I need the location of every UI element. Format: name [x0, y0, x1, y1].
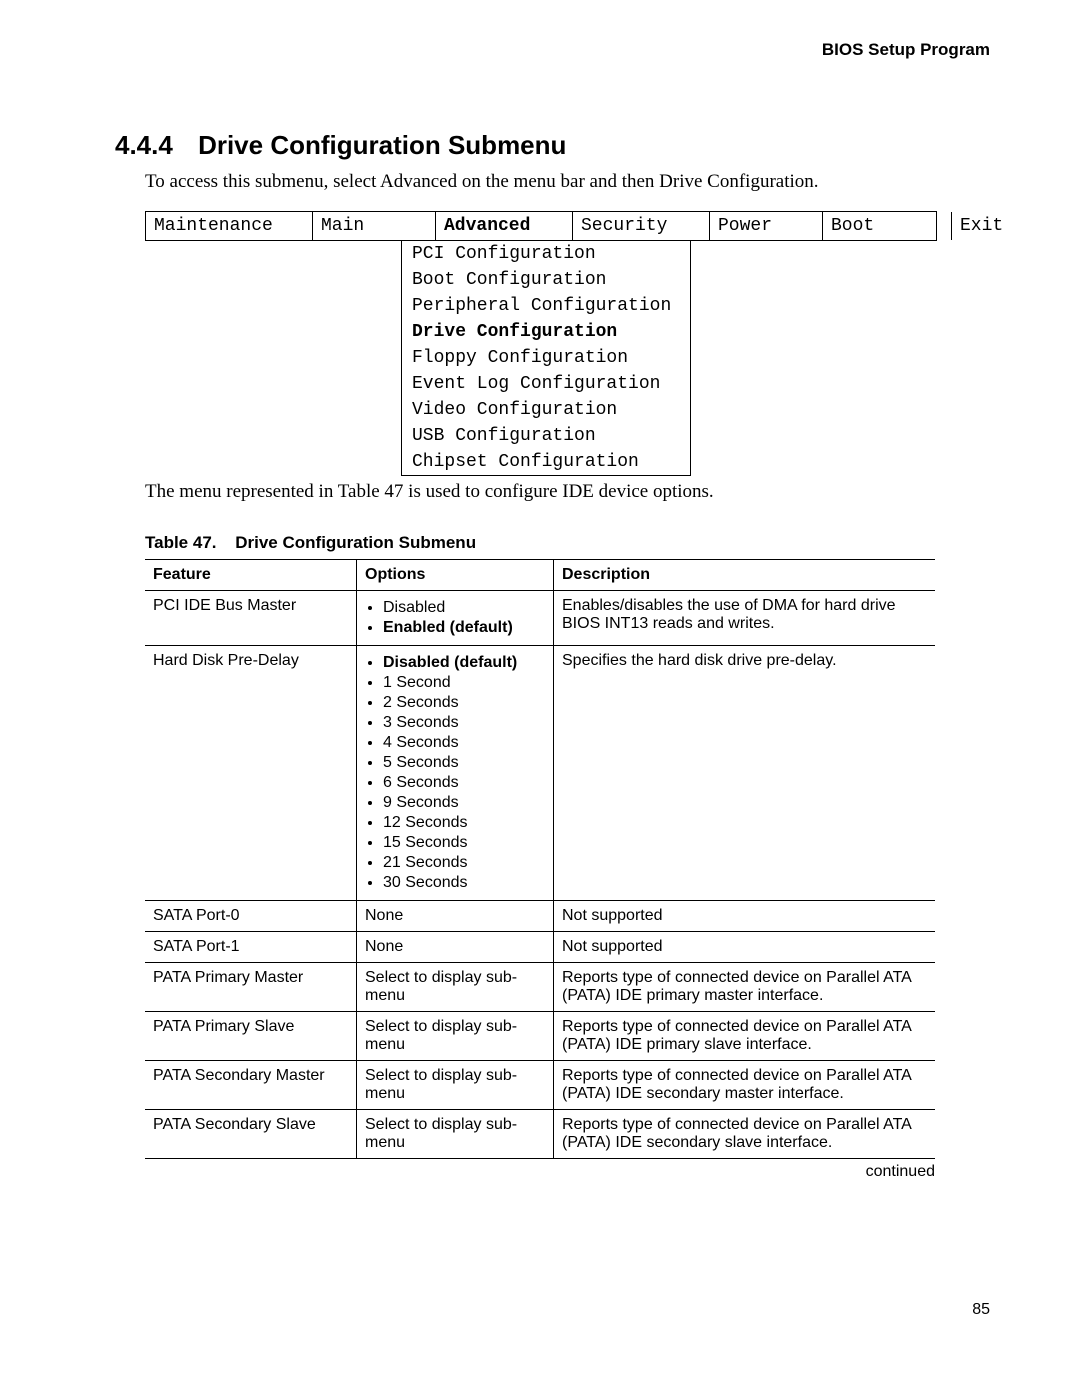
submenu-item: Event Log Configuration: [401, 371, 691, 397]
option-item: 9 Seconds: [383, 794, 545, 812]
section-title: Drive Configuration Submenu: [198, 130, 566, 160]
table-header-feature: Feature: [145, 560, 357, 591]
feature-cell: SATA Port-1: [145, 932, 357, 963]
menubar-tab: Boot: [823, 212, 952, 240]
option-item: Disabled: [383, 599, 545, 617]
description-cell: Reports type of connected device on Para…: [554, 1012, 936, 1061]
feature-cell: PATA Secondary Master: [145, 1061, 357, 1110]
table-caption: Table 47. Drive Configuration Submenu: [145, 533, 990, 553]
section-heading: 4.4.4 Drive Configuration Submenu: [115, 130, 990, 161]
table-row: SATA Port-1NoneNot supported: [145, 932, 935, 963]
feature-cell: Hard Disk Pre-Delay: [145, 646, 357, 901]
running-head: BIOS Setup Program: [90, 40, 990, 60]
menubar-tab: Exit: [952, 212, 1050, 240]
submenu-item: Boot Configuration: [401, 267, 691, 293]
submenu-item: USB Configuration: [401, 423, 691, 449]
options-cell: Select to display sub-menu: [357, 1061, 554, 1110]
menubar-tab: Maintenance: [146, 212, 313, 240]
description-paragraph: The menu represented in Table 47 is used…: [145, 481, 990, 503]
feature-cell: PATA Primary Master: [145, 963, 357, 1012]
submenu-item: Floppy Configuration: [401, 345, 691, 371]
submenu-item: PCI Configuration: [401, 241, 691, 267]
option-item: Disabled (default): [383, 654, 545, 672]
option-item: 3 Seconds: [383, 714, 545, 732]
table-row: PATA Secondary SlaveSelect to display su…: [145, 1110, 935, 1159]
options-cell: Select to display sub-menu: [357, 1012, 554, 1061]
table-row: SATA Port-0NoneNot supported: [145, 901, 935, 932]
option-item: 4 Seconds: [383, 734, 545, 752]
option-item: 1 Second: [383, 674, 545, 692]
menubar-tab: Main: [313, 212, 436, 240]
option-item: 15 Seconds: [383, 834, 545, 852]
table-header-options: Options: [357, 560, 554, 591]
option-item: 5 Seconds: [383, 754, 545, 772]
menubar-tab: Advanced: [436, 212, 573, 240]
intro-paragraph: To access this submenu, select Advanced …: [145, 171, 990, 193]
description-cell: Not supported: [554, 901, 936, 932]
table-row: Hard Disk Pre-Delay Disabled (default) 1 S…: [145, 646, 935, 901]
options-cell: Disabled (default) 1 Second 2 Seconds 3 Sec…: [357, 646, 554, 901]
option-item: 21 Seconds: [383, 854, 545, 872]
table-caption-number: Table 47.: [145, 533, 217, 552]
menubar-tab: Power: [710, 212, 823, 240]
table-row: PATA Primary MasterSelect to display sub…: [145, 963, 935, 1012]
option-item: 30 Seconds: [383, 874, 545, 892]
table-row: PCI IDE Bus Master Disabled Enabled (defau…: [145, 591, 935, 646]
bios-menubar: MaintenanceMainAdvancedSecurityPowerBoot…: [145, 211, 937, 241]
description-cell: Reports type of connected device on Para…: [554, 1110, 936, 1159]
feature-cell: PATA Secondary Slave: [145, 1110, 357, 1159]
table-header-description: Description: [554, 560, 936, 591]
description-cell: Not supported: [554, 932, 936, 963]
description-cell: Reports type of connected device on Para…: [554, 963, 936, 1012]
options-cell: Select to display sub-menu: [357, 1110, 554, 1159]
table-caption-title: Drive Configuration Submenu: [235, 533, 476, 552]
feature-cell: PATA Primary Slave: [145, 1012, 357, 1061]
option-item: 6 Seconds: [383, 774, 545, 792]
description-cell: Reports type of connected device on Para…: [554, 1061, 936, 1110]
page-number: 85: [90, 1301, 990, 1319]
table-row: PATA Secondary MasterSelect to display s…: [145, 1061, 935, 1110]
description-cell: Enables/disables the use of DMA for hard…: [554, 591, 936, 646]
options-cell: None: [357, 932, 554, 963]
table-row: PATA Primary SlaveSelect to display sub-…: [145, 1012, 935, 1061]
option-item: 2 Seconds: [383, 694, 545, 712]
options-cell: Select to display sub-menu: [357, 963, 554, 1012]
submenu-item: Chipset Configuration: [401, 449, 691, 476]
options-cell: None: [357, 901, 554, 932]
options-cell: Disabled Enabled (default): [357, 591, 554, 646]
submenu-item: Peripheral Configuration: [401, 293, 691, 319]
description-cell: Specifies the hard disk drive pre-delay.: [554, 646, 936, 901]
section-number: 4.4.4: [115, 130, 173, 160]
feature-cell: SATA Port-0: [145, 901, 357, 932]
menubar-tab: Security: [573, 212, 710, 240]
feature-cell: PCI IDE Bus Master: [145, 591, 357, 646]
continued-label: continued: [90, 1163, 935, 1181]
option-item: Enabled (default): [383, 619, 545, 637]
options-table: Feature Options Description PCI IDE Bus …: [145, 559, 935, 1159]
submenu-item: Video Configuration: [401, 397, 691, 423]
option-item: 12 Seconds: [383, 814, 545, 832]
submenu-item: Drive Configuration: [401, 319, 691, 345]
